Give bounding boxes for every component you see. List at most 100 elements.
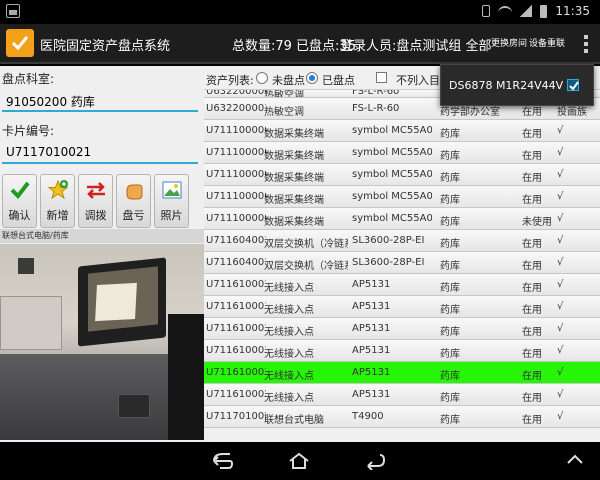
table-row[interactable]: U7111000005数据采集终端 symbol MC55A0 药库 在用 √ bbox=[204, 120, 600, 142]
table-row[interactable]: U7116040017双层交换机（冷链系 SL3600-28P-EI 药库 在用 √ bbox=[204, 252, 600, 274]
asset-check-mark: √ bbox=[557, 213, 564, 224]
asset-model: symbol MC55A0 bbox=[352, 147, 432, 158]
asset-model: SL3600-28P-EI bbox=[352, 257, 425, 268]
asset-department: 药库 bbox=[440, 195, 460, 206]
asset-name: 热敏空调 bbox=[264, 107, 304, 118]
checked-radio-label[interactable]: 已盘点 bbox=[322, 72, 355, 88]
loss-button[interactable]: 盘亏 bbox=[116, 174, 151, 228]
table-row[interactable]: U7116100019无线接入点 AP5131 药库 在用 √ bbox=[204, 362, 600, 384]
asset-department: 药库 bbox=[440, 349, 460, 360]
asset-model: T4900 bbox=[352, 411, 384, 422]
asset-department: 药库 bbox=[440, 393, 460, 404]
asset-code: U7111000005 bbox=[206, 125, 266, 136]
asset-model: symbol MC55A0 bbox=[352, 213, 432, 224]
reconnect-device-button[interactable]: 设备重联 bbox=[529, 36, 565, 49]
asset-department: 药库 bbox=[440, 173, 460, 184]
switch-room-button[interactable]: 更换房间 bbox=[491, 36, 527, 49]
picture-icon bbox=[162, 181, 182, 199]
asset-code: U7111000009 bbox=[206, 213, 266, 224]
recent-apps-icon[interactable] bbox=[364, 452, 386, 470]
add-button[interactable]: 新增 bbox=[40, 174, 75, 228]
wifi-icon bbox=[498, 6, 513, 16]
system-nav-bar bbox=[0, 442, 600, 480]
asset-code: U7116100016 bbox=[206, 301, 266, 312]
asset-model: symbol MC55A0 bbox=[352, 125, 432, 136]
table-row[interactable]: U7116100017无线接入点 AP5131 药库 在用 √ bbox=[204, 318, 600, 340]
asset-list-label: 资产列表: bbox=[206, 74, 254, 87]
exclude-checkbox[interactable] bbox=[376, 72, 387, 83]
transfer-button[interactable]: 调拨 bbox=[78, 174, 113, 228]
device-name: DS6878 M1R24V44V bbox=[449, 79, 564, 92]
table-row[interactable]: U7116100020无线接入点 AP5131 药库 在用 √ bbox=[204, 384, 600, 406]
asset-name: 无线接入点 bbox=[264, 371, 314, 382]
asset-department: 药库 bbox=[440, 239, 460, 250]
asset-department: 药库 bbox=[440, 415, 460, 426]
asset-status: 在用 bbox=[522, 129, 542, 140]
asset-name: 数据采集终端 bbox=[264, 151, 324, 162]
asset-code: U7116040016 bbox=[206, 235, 266, 246]
table-row[interactable]: U7111000007数据采集终端 symbol MC55A0 药库 在用 √ bbox=[204, 164, 600, 186]
asset-model: symbol MC55A0 bbox=[352, 169, 432, 180]
device-checkbox[interactable] bbox=[567, 79, 579, 91]
photo-caption: 联想台式电脑/药库 bbox=[0, 229, 204, 243]
loss-label: 盘亏 bbox=[122, 209, 145, 222]
app-logo-check-icon bbox=[6, 29, 34, 57]
table-row[interactable]: U7117010021联想台式电脑 T4900 药库 在用 √ bbox=[204, 406, 600, 428]
asset-status: 在用 bbox=[522, 371, 542, 382]
asset-status: 在用 bbox=[522, 151, 542, 162]
asset-photo bbox=[0, 244, 204, 440]
asset-department: 药库 bbox=[440, 305, 460, 316]
table-row[interactable]: U7116040016双层交换机（冷链系 SL3600-28P-EI 药库 在用 √ bbox=[204, 230, 600, 252]
table-row[interactable]: U7116100016无线接入点 AP5131 药库 在用 √ bbox=[204, 296, 600, 318]
asset-department: 药库 bbox=[440, 283, 460, 294]
room-field[interactable]: 91050200 药库 bbox=[2, 90, 198, 112]
home-icon[interactable] bbox=[288, 452, 310, 470]
card-number-label: 卡片编号: bbox=[2, 124, 55, 138]
device-popup[interactable]: DS6878 M1R24V44V bbox=[440, 64, 594, 106]
asset-status: 在用 bbox=[522, 173, 542, 184]
photo-button[interactable]: 照片 bbox=[154, 174, 189, 228]
unchecked-radio-label[interactable]: 未盘点 bbox=[272, 72, 305, 88]
asset-status: 在用 bbox=[522, 327, 542, 338]
gallery-notification-icon bbox=[6, 4, 20, 18]
asset-list-panel: 资产列表: 未盘点 已盘点 不列入目录 U6322000009热敏空调FS-L-… bbox=[204, 66, 600, 442]
table-row[interactable]: U7111000006数据采集终端 symbol MC55A0 药库 在用 √ bbox=[204, 142, 600, 164]
asset-code: U7116100017 bbox=[206, 323, 266, 334]
table-row[interactable]: U7111000009数据采集终端 symbol MC55A0 药库 未使用 √ bbox=[204, 208, 600, 230]
asset-code: U7116100019 bbox=[206, 367, 266, 378]
app-bar: 医院固定资产盘点系统 总数量:79 已盘点:35 登录人员:盘点测试组 全部 更… bbox=[0, 24, 600, 64]
card-number-field[interactable]: U7117010021 bbox=[2, 142, 198, 164]
table-row[interactable]: U7116100018无线接入点 AP5131 药库 在用 √ bbox=[204, 340, 600, 362]
asset-name: 双层交换机（冷链系 bbox=[264, 261, 348, 272]
inventory-count: 总数量:79 已盘点:35 bbox=[232, 39, 356, 54]
asset-model: symbol MC55A0 bbox=[352, 191, 432, 202]
asset-code: U7111000008 bbox=[206, 191, 266, 202]
asset-code: U7116100020 bbox=[206, 389, 266, 400]
overflow-menu-icon[interactable] bbox=[584, 35, 588, 53]
asset-check-mark: √ bbox=[557, 235, 564, 246]
asset-check-mark: √ bbox=[557, 367, 564, 378]
asset-code: U6322000009 bbox=[206, 90, 266, 97]
asset-status: 在用 bbox=[522, 195, 542, 206]
table-row[interactable]: U7116100015无线接入点 AP5131 药库 在用 √ bbox=[204, 274, 600, 296]
asset-department: 药库 bbox=[440, 151, 460, 162]
bluetooth-icon bbox=[482, 5, 491, 17]
asset-model: SL3600-28P-EI bbox=[352, 235, 425, 246]
unchecked-radio[interactable] bbox=[256, 72, 268, 84]
back-icon[interactable] bbox=[212, 452, 234, 470]
asset-name: 热敏空调 bbox=[264, 90, 304, 98]
asset-check-mark: √ bbox=[557, 323, 564, 334]
up-chevron-icon[interactable] bbox=[566, 452, 584, 466]
check-icon bbox=[10, 181, 30, 200]
asset-code: U7116100015 bbox=[206, 279, 266, 290]
asset-department: 药库 bbox=[440, 217, 460, 228]
checked-radio[interactable] bbox=[306, 72, 318, 84]
asset-department: 药库 bbox=[440, 371, 460, 382]
confirm-label: 确认 bbox=[8, 209, 31, 222]
left-panel: 盘点科室: 91050200 药库 卡片编号: U7117010021 确认 新… bbox=[0, 66, 204, 442]
confirm-button[interactable]: 确认 bbox=[2, 174, 37, 228]
asset-model: AP5131 bbox=[352, 367, 391, 378]
asset-code: U7116040017 bbox=[206, 257, 266, 268]
asset-name: 无线接入点 bbox=[264, 349, 314, 360]
table-row[interactable]: U7111000008数据采集终端 symbol MC55A0 药库 在用 √ bbox=[204, 186, 600, 208]
